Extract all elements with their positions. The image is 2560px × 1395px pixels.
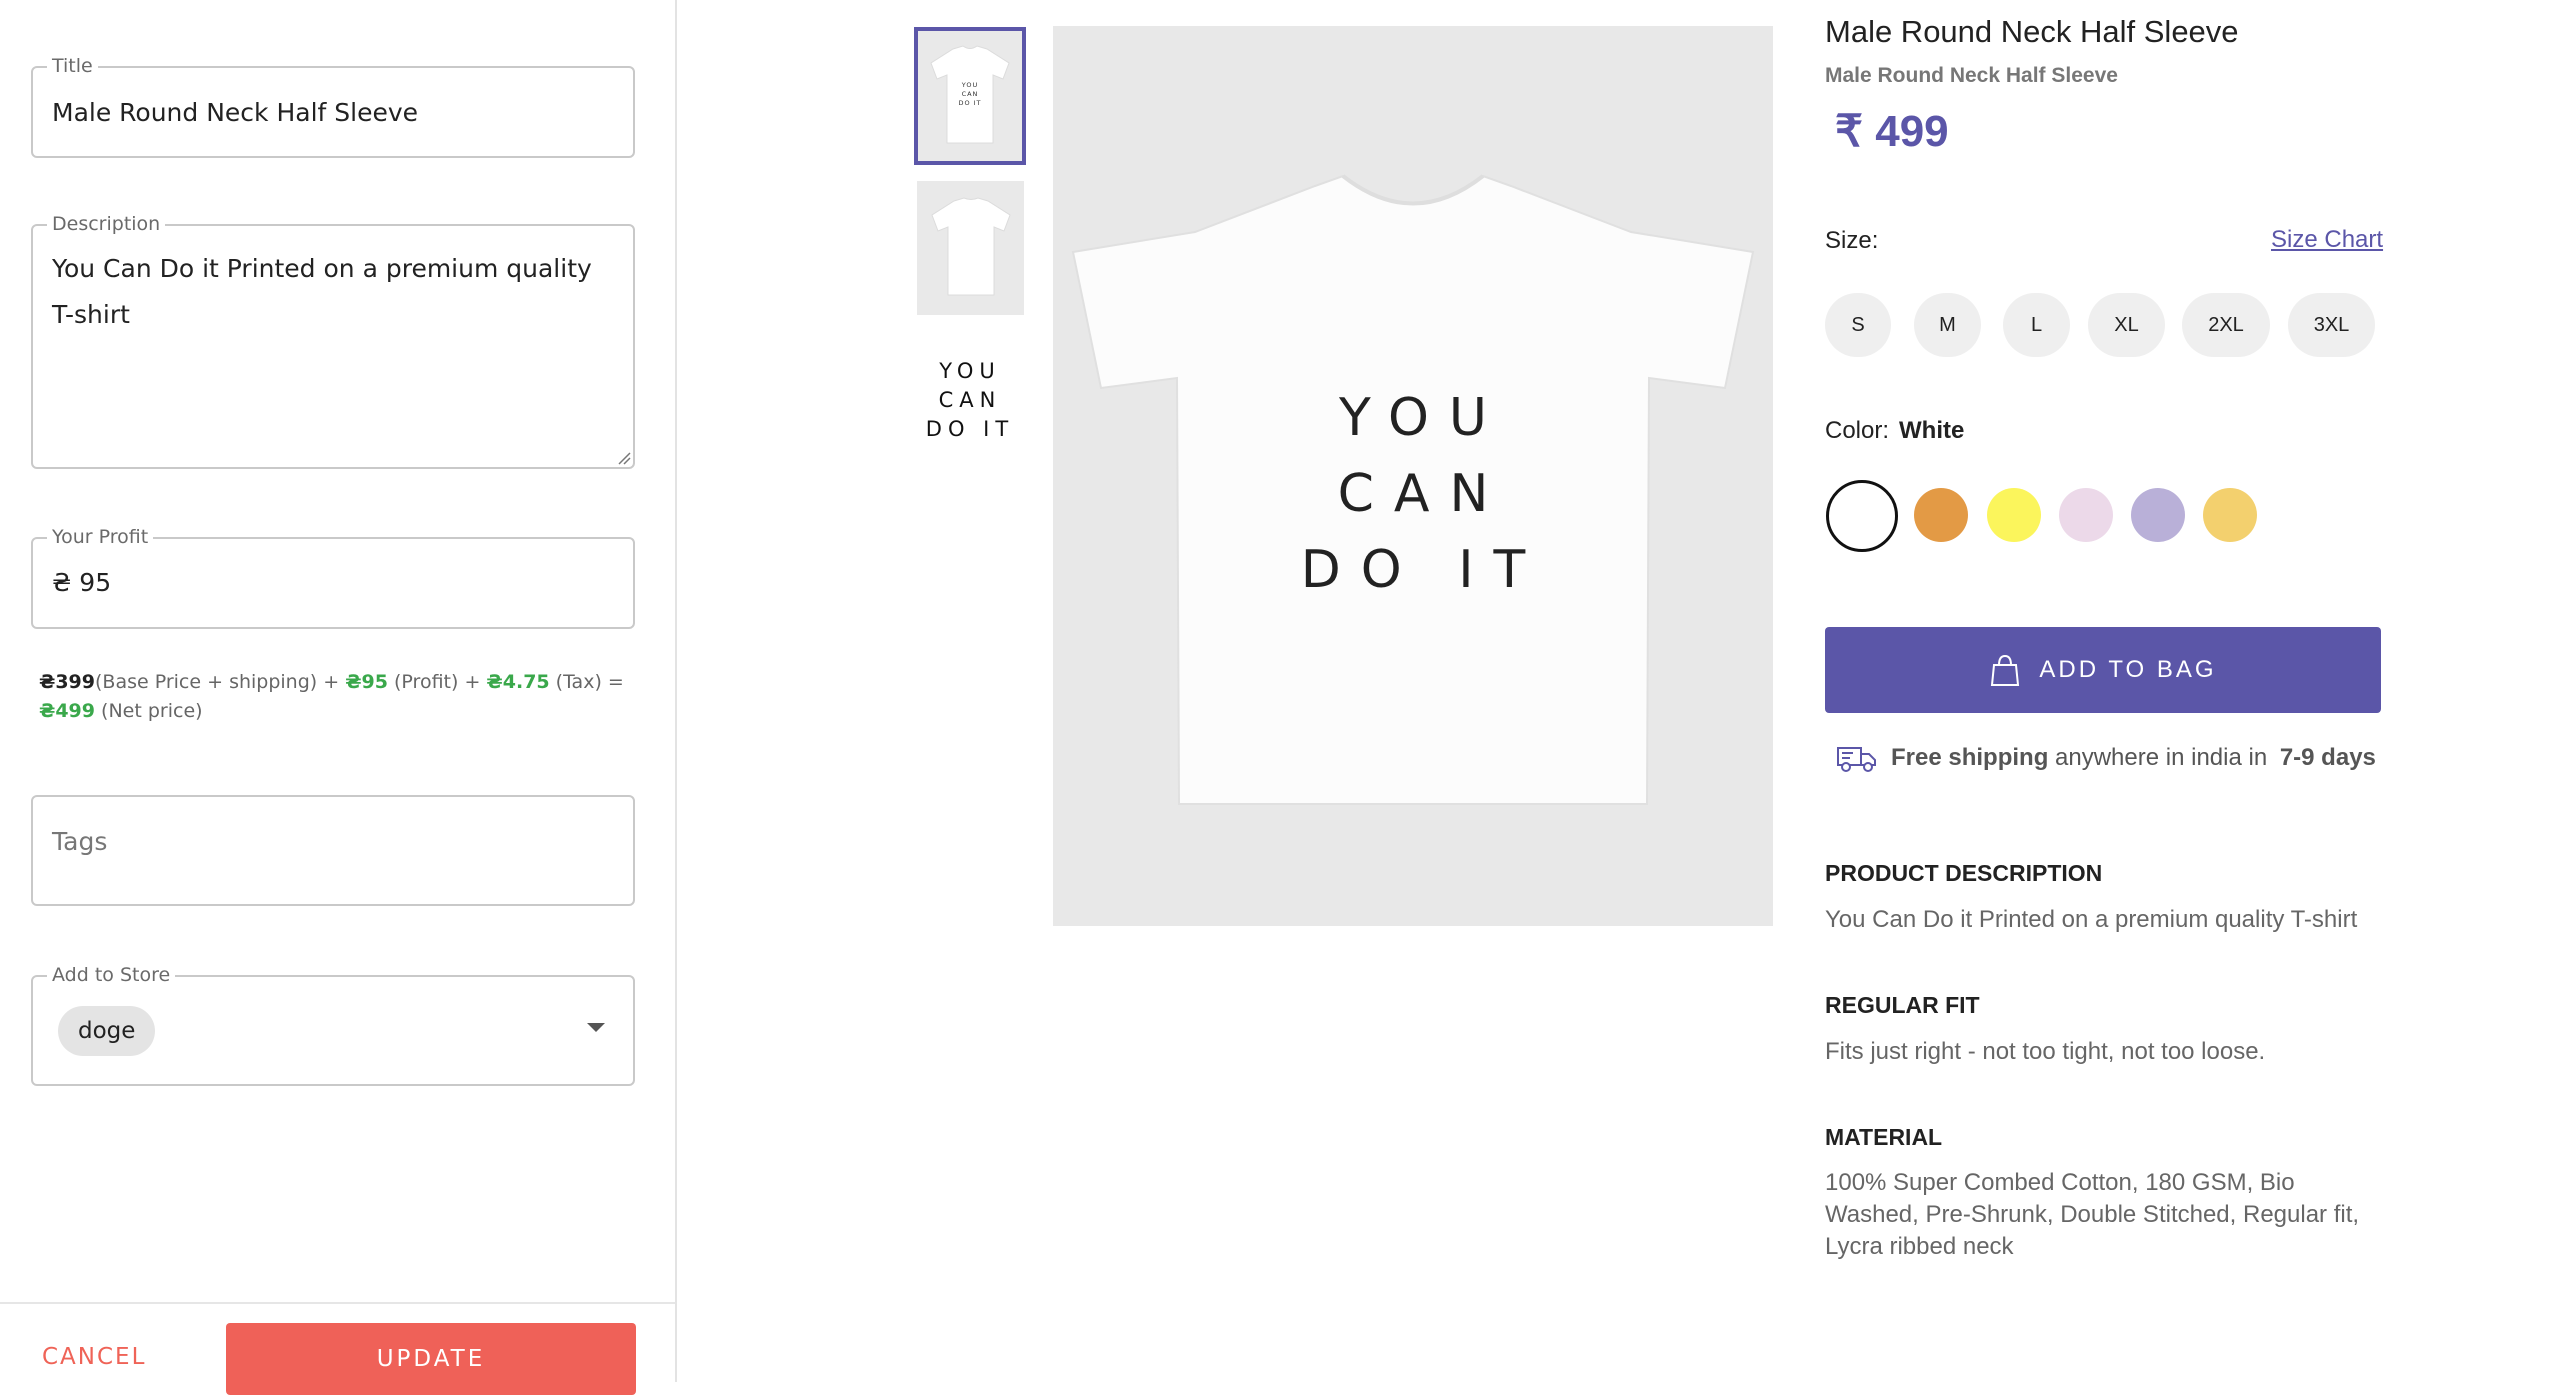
size-label: Size:	[1825, 227, 1879, 254]
footer-divider	[0, 1302, 675, 1304]
description-label: Description	[47, 213, 166, 235]
tshirt-front-thumb-icon: YOU CAN DO IT	[930, 45, 1010, 144]
description-field[interactable]: Description You Can Do it Printed on a p…	[31, 213, 635, 469]
size-option-2xl[interactable]: 2XL	[2182, 293, 2270, 357]
profit-field[interactable]: Your Profit ₴ 95	[31, 526, 635, 629]
design-thumb-line-1: YOU	[939, 358, 1001, 383]
store-chip[interactable]: doge	[58, 1006, 156, 1056]
tax-amount: ₴4.75	[486, 671, 550, 693]
print-line-2: CAN	[1337, 464, 1509, 524]
color-swatch-white[interactable]	[1826, 480, 1898, 552]
product-description-text: You Can Do it Printed on a premium quali…	[1825, 906, 2358, 933]
size-chart-link[interactable]: Size Chart	[2271, 226, 2383, 254]
profit-amount: ₴95	[345, 671, 388, 693]
shipping-days: 7-9 days	[2279, 744, 2376, 771]
title-field[interactable]: Title Male Round Neck Half Sleeve	[31, 55, 635, 158]
product-description-heading: PRODUCT DESCRIPTION	[1825, 860, 2103, 886]
shopping-bag-icon	[1991, 654, 2020, 686]
net-text: (Net price)	[95, 700, 203, 722]
color-swatch-gold[interactable]	[2203, 488, 2257, 542]
print-line-3: DO IT	[1300, 540, 1546, 600]
design-thumb-line-2: CAN	[938, 387, 1002, 412]
product-price: ₹ 499	[1835, 107, 1949, 156]
base-amount: ₴399	[39, 671, 95, 693]
update-button[interactable]: UPDATE	[226, 1323, 636, 1395]
tags-placeholder[interactable]: Tags	[52, 827, 107, 856]
add-to-bag-button[interactable]: ADD TO BAG	[1825, 627, 2381, 713]
thumbnail-design[interactable]: YOU CAN DO IT	[914, 355, 1026, 445]
title-label: Title	[47, 55, 98, 77]
shipping-info: Free shipping anywhere in india in 7-9 d…	[1835, 742, 2376, 774]
material-heading: MATERIAL	[1825, 1124, 1943, 1150]
price-breakdown: ₴399(Base Price + shipping) + ₴95 (Profi…	[39, 668, 639, 726]
tags-field[interactable]: Tags	[31, 795, 635, 906]
description-textarea[interactable]: You Can Do it Printed on a premium quali…	[52, 246, 613, 338]
color-swatch-pink[interactable]	[2059, 488, 2113, 542]
size-option-l[interactable]: L	[2003, 293, 2070, 357]
store-label: Add to Store	[47, 964, 176, 986]
color-label: Color: White	[1825, 417, 1964, 445]
product-main-image: YOU CAN DO IT	[1053, 26, 1773, 926]
edit-panel: Title Male Round Neck Half Sleeve Descri…	[0, 0, 677, 1395]
product-subtitle: Male Round Neck Half Sleeve	[1825, 64, 2118, 87]
thumb-print-line-2: CAN	[962, 90, 979, 98]
size-option-3xl[interactable]: 3XL	[2288, 293, 2375, 357]
regular-fit-heading: REGULAR FIT	[1825, 992, 1980, 1018]
free-shipping-label: Free shipping	[1891, 744, 2049, 771]
size-option-s[interactable]: S	[1825, 293, 1891, 357]
color-swatch-yellow[interactable]	[1987, 488, 2041, 542]
tax-text: (Tax) =	[549, 671, 624, 693]
thumb-print-line-1: YOU	[961, 81, 979, 89]
profit-text: (Profit) +	[387, 671, 487, 693]
material-text: 100% Super Combed Cotton, 180 GSM, Bio W…	[1825, 1169, 2360, 1260]
design-thumb-line-3: DO IT	[925, 416, 1015, 441]
profit-input[interactable]: ₴ 95	[52, 568, 111, 597]
size-option-xl[interactable]: XL	[2088, 293, 2165, 357]
color-swatch-lavender[interactable]	[2131, 488, 2185, 542]
selected-color-name: White	[1899, 417, 1965, 444]
profit-label: Your Profit	[47, 526, 154, 548]
delivery-truck-icon	[1837, 747, 1876, 772]
thumb-print-line-3: DO IT	[958, 99, 981, 107]
size-option-m[interactable]: M	[1914, 293, 1981, 357]
shipping-middle-text: anywhere in india in	[2048, 744, 2274, 771]
net-amount: ₴499	[39, 700, 95, 722]
color-swatch-orange[interactable]	[1914, 488, 1968, 542]
store-select[interactable]: Add to Store doge	[31, 964, 635, 1086]
color-label-text: Color:	[1825, 417, 1890, 444]
print-line-1: YOU	[1339, 388, 1507, 448]
title-input[interactable]: Male Round Neck Half Sleeve	[52, 98, 418, 127]
tshirt-back-thumb-icon	[930, 197, 1011, 296]
product-title: Male Round Neck Half Sleeve	[1825, 14, 2239, 49]
base-text: (Base Price + shipping) +	[95, 671, 346, 693]
tshirt-print: YOU CAN DO IT	[1053, 380, 1773, 608]
regular-fit-text: Fits just right - not too tight, not too…	[1825, 1038, 2266, 1065]
resize-grip-icon[interactable]	[617, 451, 631, 465]
thumbnail-back[interactable]	[917, 181, 1024, 315]
thumbnail-front[interactable]: YOU CAN DO IT	[914, 27, 1026, 165]
dropdown-arrow-icon[interactable]	[587, 1023, 605, 1032]
add-to-bag-label: ADD TO BAG	[2039, 656, 2217, 683]
